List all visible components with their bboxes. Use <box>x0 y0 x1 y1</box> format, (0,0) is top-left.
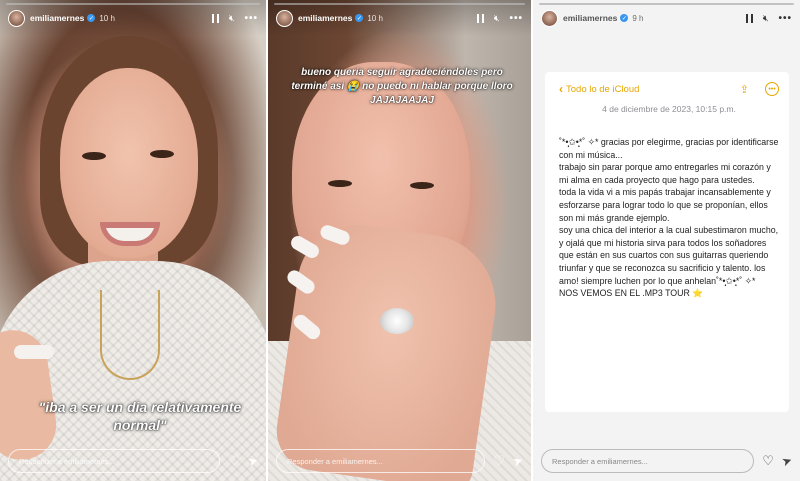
more-options-icon[interactable]: ••• <box>765 82 779 96</box>
avatar[interactable] <box>8 9 25 27</box>
more-icon[interactable]: ••• <box>244 13 258 24</box>
reply-input[interactable]: Responder a emiliamernes... <box>276 449 486 473</box>
send-icon[interactable]: ➤ <box>780 453 794 470</box>
story-footer: Responder a emiliamernes... ♡ ➤ <box>268 441 531 481</box>
post-time: 9 h <box>632 13 644 23</box>
username[interactable]: emiliamernes <box>563 13 617 23</box>
ring <box>380 308 414 334</box>
reply-input[interactable]: Responder a emiliamernes... <box>8 449 221 473</box>
post-time: 10 h <box>99 13 115 23</box>
note-line: ˚*•̩̩͙✩•̩̩͙*˚ ✧* gracias por elegirme, g… <box>559 137 779 160</box>
notes-card: ‹ Todo lo de iCloud ⇪ ••• 4 de diciembre… <box>545 72 789 412</box>
note-line: soy una chica del interior a la cual sub… <box>559 225 779 286</box>
story-controls: 🔇︎ ••• <box>476 13 523 24</box>
note-line: NOS VEMOS EN EL .MP3 TOUR ⭐ <box>559 288 704 299</box>
heart-icon[interactable]: ♡ <box>228 453 240 469</box>
verified-badge-icon: ✓ <box>355 14 364 22</box>
post-time: 10 h <box>367 13 383 23</box>
story-caption: bueno queria seguir agradeciéndoles pero… <box>291 67 513 106</box>
verified-badge-icon: ✓ <box>87 14 96 22</box>
story-controls: 🔇︎ ••• <box>745 13 792 24</box>
note-date: 4 de diciembre de 2023, 10:15 p.m. <box>602 104 736 114</box>
chevron-left-icon[interactable]: ‹ <box>559 82 563 96</box>
more-icon[interactable]: ••• <box>778 13 792 24</box>
eye-right <box>410 182 434 189</box>
avatar[interactable] <box>276 9 293 27</box>
note-line: toda la vida vi a mis papás trabajar inc… <box>559 187 771 223</box>
pause-icon[interactable] <box>476 13 484 23</box>
note-line: trabajo sin parar porque amo entregarles… <box>559 162 771 185</box>
username[interactable]: emiliamernes <box>30 13 84 23</box>
eye-right <box>150 150 174 158</box>
story-header: emiliamernes ✓ 10 h 🔇︎ ••• <box>268 0 531 36</box>
eye-left <box>82 152 106 160</box>
pause-icon[interactable] <box>211 13 219 23</box>
story-footer: Responder a emiliamernes... ♡ ➤ <box>533 441 800 481</box>
avatar[interactable] <box>541 9 558 27</box>
share-icon[interactable]: ⇪ <box>740 83 749 96</box>
notes-header: ‹ Todo lo de iCloud ⇪ ••• <box>559 82 779 96</box>
fingernail <box>14 345 54 359</box>
sound-off-icon[interactable]: 🔇︎ <box>494 13 500 24</box>
story-controls: 🔇︎ ••• <box>211 13 258 24</box>
note-body: ˚*•̩̩͙✩•̩̩͙*˚ ✧* gracias por elegirme, g… <box>559 136 779 300</box>
send-icon[interactable]: ➤ <box>246 453 260 470</box>
more-icon[interactable]: ••• <box>509 13 523 24</box>
story-caption: "iba a ser un dia relativamente normal" <box>38 399 242 433</box>
story-panel-3[interactable]: emiliamernes ✓ 9 h 🔇︎ ••• ‹ Todo lo de i… <box>533 0 800 481</box>
reply-input[interactable]: Responder a emiliamernes... <box>541 449 755 473</box>
send-icon[interactable]: ➤ <box>511 453 525 470</box>
story-header: emiliamernes ✓ 9 h 🔇︎ ••• <box>533 0 800 36</box>
necklace <box>100 290 160 380</box>
heart-icon[interactable]: ♡ <box>493 453 505 469</box>
story-panel-1[interactable]: emiliamernes ✓ 10 h 🔇︎ ••• "iba a ser un… <box>0 0 266 481</box>
pause-icon[interactable] <box>745 13 753 23</box>
heart-icon[interactable]: ♡ <box>762 453 774 469</box>
story-panel-2[interactable]: emiliamernes ✓ 10 h 🔇︎ ••• bueno queria … <box>268 0 531 481</box>
sound-off-icon[interactable]: 🔇︎ <box>763 13 769 24</box>
username[interactable]: emiliamernes <box>298 13 352 23</box>
verified-badge-icon: ✓ <box>620 14 629 22</box>
eye-left <box>328 180 352 187</box>
notes-folder-link[interactable]: Todo lo de iCloud <box>566 84 639 95</box>
story-header: emiliamernes ✓ 10 h 🔇︎ ••• <box>0 0 266 36</box>
story-footer: Responder a emiliamernes... ♡ ➤ <box>0 441 266 481</box>
sound-off-icon[interactable]: 🔇︎ <box>229 13 235 24</box>
